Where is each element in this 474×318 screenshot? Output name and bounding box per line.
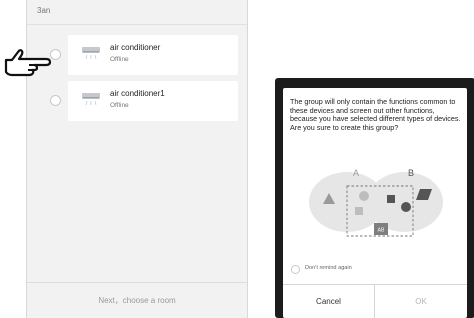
group-name: 3an: [37, 6, 51, 15]
ok-button[interactable]: OK: [375, 285, 467, 318]
device-card[interactable]: air conditioner1 Offline: [68, 81, 238, 121]
group-header: 3an: [27, 0, 247, 25]
venn-label-a: A: [353, 168, 359, 178]
cancel-button[interactable]: Cancel: [283, 285, 375, 318]
circle-shape-b: [401, 202, 411, 212]
device-select-radio[interactable]: [50, 95, 61, 106]
next-choose-room-button[interactable]: Next，choose a room: [27, 282, 247, 318]
venn-label-ab: AB: [378, 228, 385, 234]
device-name: air conditioner: [110, 43, 161, 52]
device-status: Offline: [110, 102, 129, 109]
hand-pointer-icon: [4, 49, 52, 77]
square-shape: [355, 207, 363, 215]
create-group-dialog: The group will only contain the function…: [283, 88, 467, 318]
air-conditioner-icon: [82, 47, 100, 60]
square-shape-b: [387, 195, 395, 203]
confirm-screen: The group will only contain the function…: [275, 78, 474, 318]
device-row[interactable]: air conditioner1 Offline: [27, 81, 247, 121]
device-type-venn-diagram: A B AB: [309, 168, 443, 237]
device-select-screen: 3an air conditioner Offline air conditio…: [26, 0, 248, 318]
dialog-actions: Cancel OK: [283, 284, 467, 318]
dialog-message: The group will only contain the function…: [290, 97, 461, 132]
venn-label-b: B: [408, 168, 414, 178]
device-status: Offline: [110, 56, 129, 63]
dont-remind-label: Don't remind again: [305, 265, 352, 271]
air-conditioner-icon: [82, 93, 100, 106]
circle-shape: [359, 191, 369, 201]
device-name: air conditioner1: [110, 89, 165, 98]
dont-remind-checkbox[interactable]: [291, 265, 300, 274]
device-row[interactable]: air conditioner Offline: [27, 35, 247, 75]
device-card[interactable]: air conditioner Offline: [68, 35, 238, 75]
next-button-label: Next，choose a room: [98, 296, 176, 305]
